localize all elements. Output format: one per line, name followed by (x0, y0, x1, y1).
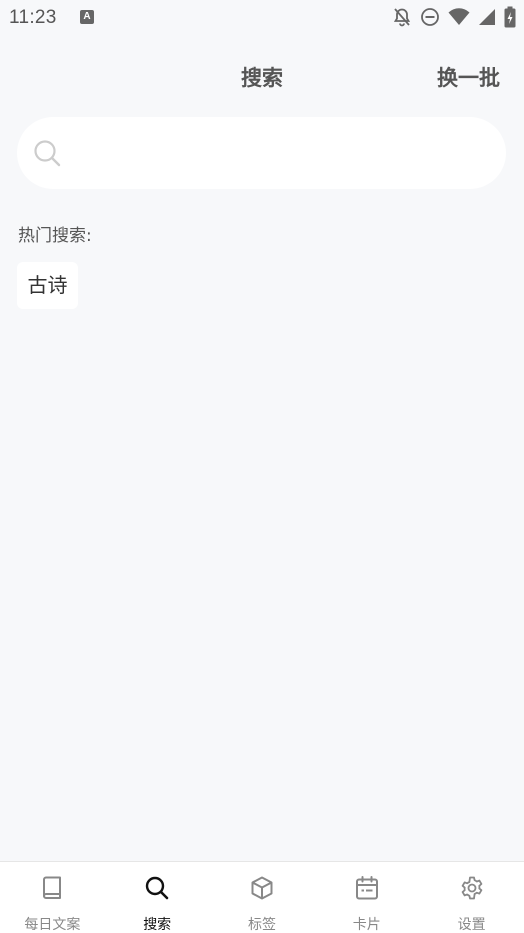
status-icons (392, 6, 516, 28)
wifi-icon (448, 8, 470, 25)
hot-search-tag[interactable]: 古诗 (17, 262, 78, 309)
calendar-icon (355, 876, 378, 900)
gear-icon (461, 876, 482, 900)
do-not-disturb-icon (421, 8, 439, 26)
hot-search-label: 热门搜索: (18, 226, 92, 246)
screen: 11:23 A 搜索 换一批 热门搜索: 古诗 每日文案 搜索 标签 卡片 设置 (0, 0, 524, 933)
cellular-signal-icon (479, 9, 495, 25)
nav-item-tags[interactable]: 标签 (210, 862, 315, 933)
nav-item-settings[interactable]: 设置 (419, 862, 524, 933)
nav-item-search[interactable]: 搜索 (105, 862, 210, 933)
header: 搜索 换一批 (0, 52, 524, 100)
nav-label: 搜索 (143, 917, 172, 933)
search-icon (34, 140, 61, 167)
nav-item-cards[interactable]: 卡片 (314, 862, 419, 933)
book-icon (43, 876, 62, 899)
nav-label: 标签 (247, 917, 276, 933)
bottom-nav: 每日文案 搜索 标签 卡片 设置 (0, 861, 524, 933)
notifications-off-icon (393, 8, 411, 27)
nav-label: 设置 (457, 917, 486, 933)
nav-label: 每日文案 (24, 917, 81, 933)
search-input[interactable] (75, 131, 485, 175)
refresh-batch-button[interactable]: 换一批 (437, 62, 500, 92)
status-bar: 11:23 A (0, 0, 524, 36)
status-time: 11:23 (9, 7, 57, 28)
nav-label: 卡片 (352, 917, 381, 933)
app-notification-icon: A (80, 10, 94, 24)
nav-item-daily-copy[interactable]: 每日文案 (0, 862, 105, 933)
cube-icon (251, 876, 273, 900)
search-box[interactable] (17, 117, 506, 189)
battery-icon (504, 6, 516, 28)
search-icon (145, 876, 169, 900)
